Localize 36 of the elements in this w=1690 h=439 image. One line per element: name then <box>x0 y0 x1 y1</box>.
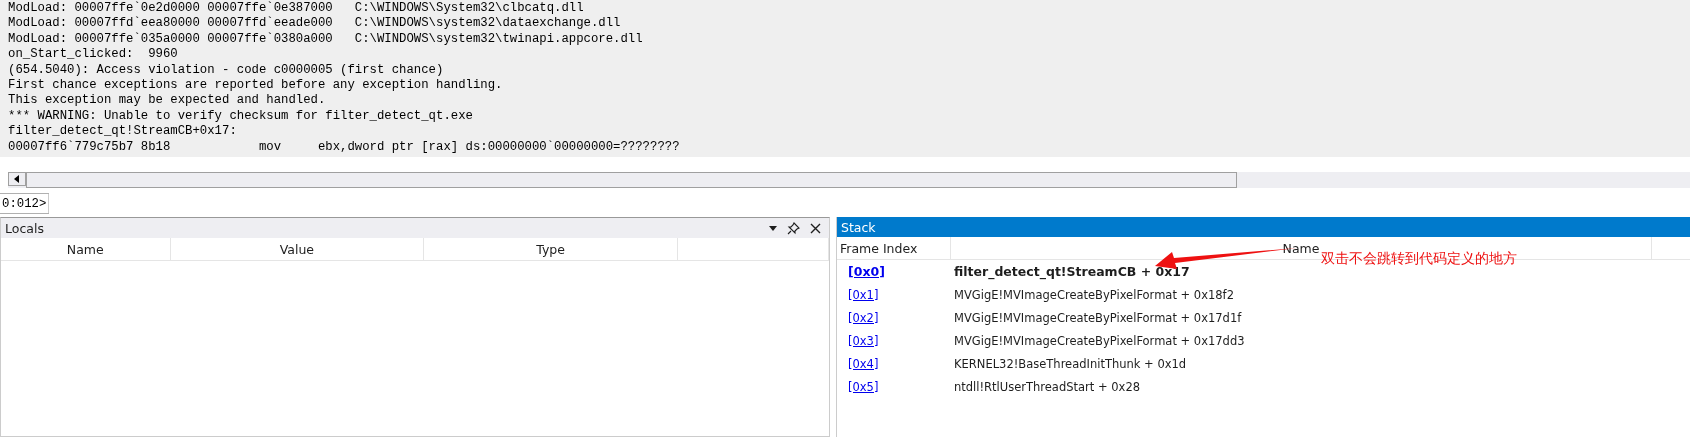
output-line: on_Start_clicked: 9960 <box>8 47 178 63</box>
column-header[interactable]: Type <box>536 241 565 257</box>
output-line: (654.5040): Access violation - code c0000005 (first chance) <box>8 62 444 79</box>
column-header[interactable]: Frame Index <box>840 240 918 256</box>
output-line: 00007ff6`779c75b7 8b18 mov ebx,dword ptr [rax] ds:00000000`00000000=???????? <box>8 139 680 156</box>
frame-index-link[interactable]: [0x4] <box>848 356 879 371</box>
output-line: First chance exceptions are reported before any exception handling. <box>8 78 503 94</box>
annotation-text: 双击不会跳转到代码定义的地方 <box>1321 250 1517 268</box>
frame-index-link[interactable]: [0x3] <box>848 333 879 348</box>
frame-index-link[interactable]: [0x1] <box>848 287 879 302</box>
output-line: *** WARNING: Unable to verify checksum for filter_detect_qt.exe <box>8 108 473 125</box>
pin-icon[interactable] <box>787 221 800 235</box>
dropdown-icon[interactable] <box>769 225 777 231</box>
frame-name: MVGigE!MVImageCreateByPixelFormat + 0x17dd3 <box>953 333 1245 348</box>
command-input[interactable] <box>49 193 1690 214</box>
frame-name: MVGigE!MVImageCreateByPixelFormat + 0x18f2 <box>953 287 1234 302</box>
horizontal-scrollbar[interactable] <box>8 172 1690 188</box>
output-line: ModLoad: 00007ffd`eea80000 00007ffd`eeade000 C:\WINDOWS\system32\dataexchange.dll <box>8 16 621 32</box>
frame-name: KERNEL32!BaseThreadInitThunk + 0x1d <box>953 356 1187 371</box>
output-line: filter_detect_qt!StreamCB+0x17: <box>8 124 237 140</box>
frame-index-link[interactable]: [0x0] <box>848 264 885 279</box>
column-header[interactable]: Value <box>279 241 315 257</box>
output-line: ModLoad: 00007ffe`0e2d0000 00007ffe`0e387000 C:\WINDOWS\System32\clbcatq.dll <box>8 1 584 16</box>
left-arrow-icon[interactable] <box>14 175 20 183</box>
panel-title: Stack <box>841 219 877 235</box>
column-header[interactable]: Name <box>66 241 104 257</box>
column-header[interactable]: Name <box>1282 240 1320 256</box>
output-line: ModLoad: 00007ffe`035a0000 00007ffe`0380a000 C:\WINDOWS\system32\twinapi.appcore.dll <box>8 31 643 48</box>
output-line: This exception may be expected and handled. <box>8 93 326 109</box>
frame-name: MVGigE!MVImageCreateByPixelFormat + 0x17d1f <box>953 310 1242 325</box>
panel-title: Locals <box>5 220 45 236</box>
frame-name: ntdll!RtlUserThreadStart + 0x28 <box>953 379 1140 394</box>
close-icon[interactable] <box>810 222 821 234</box>
frame-name: filter_detect_qt!StreamCB + 0x17 <box>953 264 1190 279</box>
frame-index-link[interactable]: [0x5] <box>848 379 879 394</box>
frame-index-link[interactable]: [0x2] <box>848 310 879 325</box>
